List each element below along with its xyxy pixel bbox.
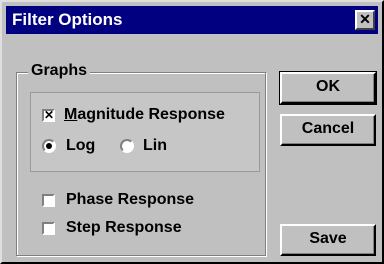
magnitude-response-label[interactable]: Magnitude Response bbox=[64, 106, 225, 124]
log-radio[interactable] bbox=[42, 139, 56, 153]
ok-button[interactable]: OK bbox=[279, 71, 377, 105]
log-radio-label[interactable]: Log bbox=[66, 137, 95, 155]
step-response-label[interactable]: Step Response bbox=[66, 219, 182, 237]
lin-radio-label[interactable]: Lin bbox=[143, 137, 167, 155]
step-response-checkbox[interactable] bbox=[42, 222, 55, 235]
save-button[interactable]: Save bbox=[280, 224, 376, 256]
lin-radio[interactable] bbox=[120, 139, 134, 153]
magnitude-response-label-rest: agnitude Response bbox=[77, 106, 225, 123]
title-bar[interactable]: Filter Options ✕ bbox=[6, 6, 378, 34]
phase-response-label[interactable]: Phase Response bbox=[66, 191, 194, 209]
phase-response-checkbox[interactable] bbox=[42, 194, 55, 207]
close-icon[interactable]: ✕ bbox=[355, 10, 375, 30]
graphs-group-label: Graphs bbox=[28, 62, 91, 80]
filter-options-dialog: Filter Options ✕ Graphs ✕ Magnitude Resp… bbox=[0, 0, 384, 264]
magnitude-response-checkbox[interactable]: ✕ bbox=[42, 109, 55, 122]
magnitude-subgroup bbox=[30, 92, 260, 172]
window-title: Filter Options bbox=[12, 10, 123, 29]
cancel-button[interactable]: Cancel bbox=[280, 114, 376, 146]
